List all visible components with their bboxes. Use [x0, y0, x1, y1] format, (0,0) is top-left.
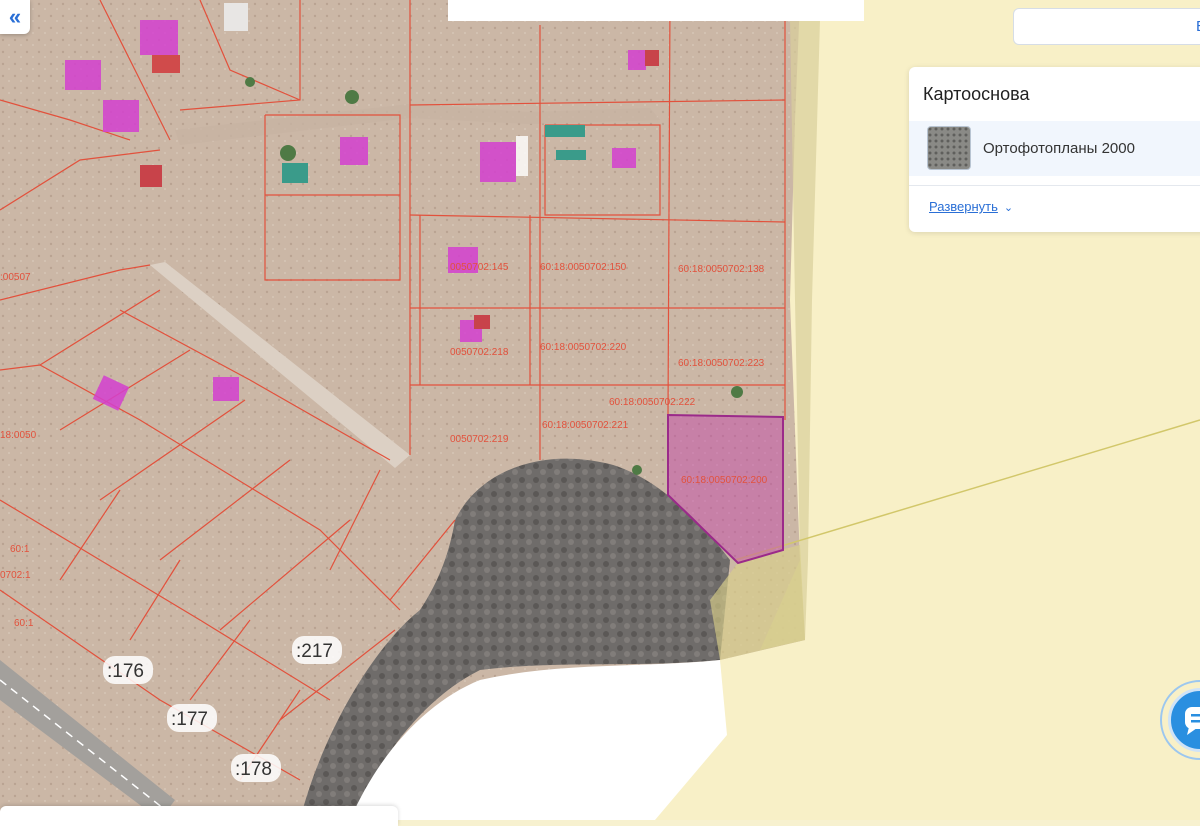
- block-number: :176: [107, 661, 144, 682]
- chat-button[interactable]: [1168, 688, 1200, 752]
- parcel-label: 60:1: [14, 618, 34, 629]
- orthophoto-thumbnail-icon: [927, 126, 971, 170]
- expand-label: Развернуть: [929, 199, 998, 214]
- chat-bubble-icon: [1185, 707, 1200, 735]
- parcel-label: 60:18:0050702:200: [681, 475, 768, 486]
- parcel-label: 60:18:0050702:223: [678, 358, 765, 369]
- block-number: :178: [235, 759, 272, 780]
- top-strip: [448, 0, 864, 21]
- block-number: :217: [296, 641, 333, 662]
- double-chevron-left-icon: «: [8, 4, 22, 29]
- collapse-panel-button[interactable]: «: [0, 0, 30, 34]
- parcel-label: 60:18:0050702:221: [542, 420, 629, 431]
- parcel-label: 60:18:0050702:138: [678, 264, 765, 275]
- parcel-label: 60:18:0050702:222: [609, 397, 696, 408]
- search-input-text: Б: [1196, 18, 1200, 35]
- bottom-bar: [0, 806, 398, 826]
- parcel-label: 60:18:0050702:220: [540, 342, 627, 353]
- search-input[interactable]: Б: [1013, 8, 1200, 45]
- basemap-panel: Картооснова Ортофотопланы 2000 Развернут…: [909, 67, 1200, 232]
- layer-row-orthophoto[interactable]: Ортофотопланы 2000: [909, 121, 1200, 176]
- layer-label: Ортофотопланы 2000: [983, 140, 1135, 157]
- parcel-label: 60:1: [10, 544, 30, 555]
- block-number: :177: [171, 709, 208, 730]
- parcel-label: 18:0050: [0, 430, 37, 441]
- divider: [909, 185, 1200, 186]
- panel-title: Картооснова: [923, 84, 1030, 104]
- chevron-down-icon: ⌄: [1003, 202, 1014, 214]
- parcel-label: 0050702:219: [450, 434, 509, 445]
- parcel-label: 0050702:145: [450, 262, 509, 273]
- parcel-label: 0050702:218: [450, 347, 509, 358]
- expand-link[interactable]: Развернуть ⌄: [929, 199, 1013, 214]
- parcel-label: :00507: [0, 272, 31, 283]
- parcel-label: 0702:1: [0, 570, 31, 581]
- parcel-label: 60:18:0050702:150: [540, 262, 627, 273]
